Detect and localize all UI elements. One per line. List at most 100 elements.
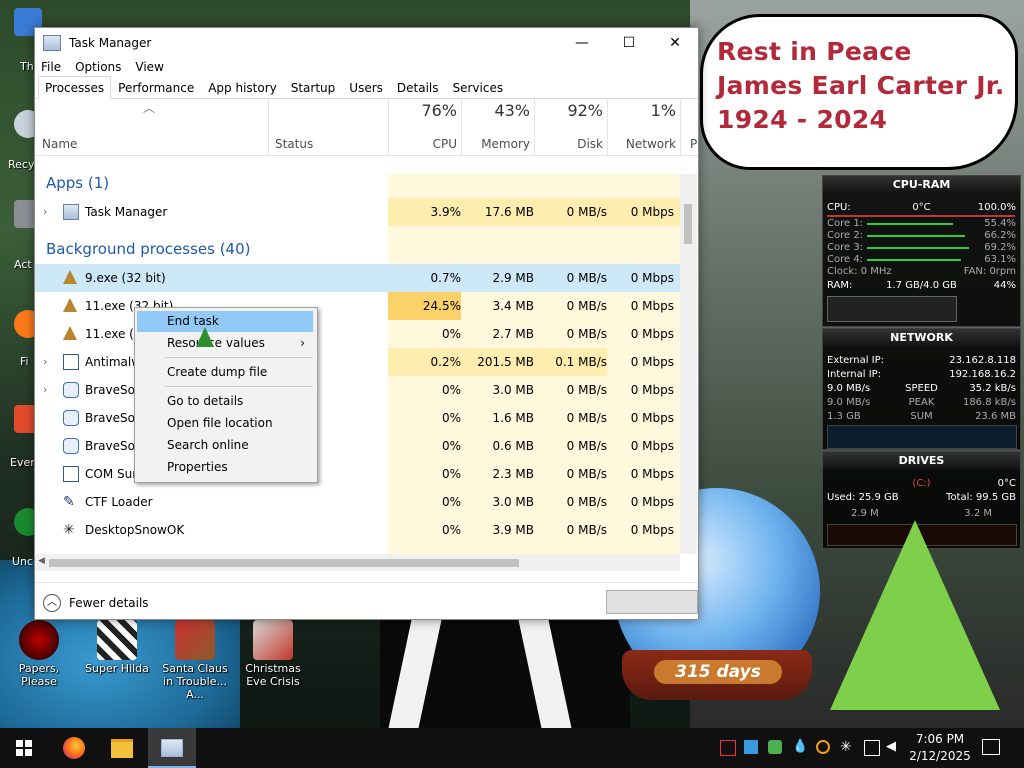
menu-view[interactable]: View	[135, 60, 163, 74]
menu-item-search-online[interactable]: Search online	[137, 435, 313, 456]
menu-item-properties[interactable]: Properties	[137, 457, 313, 478]
process-cpu: 0.7%	[430, 271, 462, 285]
exe-process-icon	[63, 270, 77, 284]
cpu-ram-gadget[interactable]: CPU-RAM CPU: 0°C 100.0% Core 1: 55.4% Core …	[822, 175, 1021, 327]
desktop-icon-label: Fi	[20, 355, 29, 368]
network-total[interactable]: 1%	[651, 101, 676, 120]
taskbar-firefox[interactable]	[50, 728, 98, 768]
bravesoft-process-icon	[63, 410, 79, 426]
droplet-icon[interactable]: 💧	[792, 740, 808, 754]
tab-performance[interactable]: Performance	[111, 77, 201, 98]
taskbar: 💧 ✳ ◀ 7:06 PM 2/12/2025	[0, 728, 1024, 768]
task-manager-app-icon	[43, 35, 61, 51]
desktop-icon-label: Th	[20, 60, 34, 73]
table-row[interactable]: BraveSof 0% 1.6 MB 0 MB/s 0 Mbps	[35, 404, 680, 432]
desktop-icon-label: Act	[14, 258, 32, 271]
tab-services[interactable]: Services	[446, 77, 511, 98]
process-memory: 3.0 MB	[492, 495, 534, 509]
tab-users[interactable]: Users	[342, 77, 390, 98]
snowflake-tray-icon[interactable]: ✳	[840, 740, 854, 754]
tab-startup[interactable]: Startup	[284, 77, 343, 98]
christmas-eve-icon	[253, 620, 293, 660]
table-row[interactable]: BraveSof 0% 0.6 MB 0 MB/s 0 Mbps	[35, 432, 680, 460]
external-ip-value: 23.162.8.118	[949, 355, 1016, 366]
end-task-button[interactable]	[606, 590, 698, 614]
table-row[interactable]: COM Sur 0% 2.3 MB 0 MB/s 0 Mbps	[35, 460, 680, 488]
column-power-partial[interactable]: P	[690, 137, 697, 151]
process-memory: 3.4 MB	[492, 299, 534, 313]
horizontal-scrollbar[interactable]: ◀	[35, 554, 680, 571]
taskbar-task-manager[interactable]	[148, 728, 196, 768]
desktop-shortcut-papers-please[interactable]: Papers, Please	[2, 620, 76, 688]
scroll-left-icon[interactable]: ◀	[38, 556, 45, 566]
desktop-shortcut-super-hilda[interactable]: Super Hilda	[80, 620, 154, 675]
column-cpu[interactable]: CPU	[433, 137, 457, 151]
search-tray-icon[interactable]	[816, 740, 830, 754]
fewer-details-button[interactable]: ︿ Fewer details	[43, 594, 149, 612]
maximize-button[interactable]: ☐	[606, 28, 652, 58]
taskbar-file-explorer[interactable]	[98, 728, 146, 768]
table-row[interactable]: 11.exe (32 0% 2.7 MB 0 MB/s 0 Mbps	[35, 320, 680, 348]
menu-item-resource-values[interactable]: Resource values ›	[137, 333, 313, 354]
menu-item-create-dump-file[interactable]: Create dump file	[137, 362, 313, 383]
process-disk: 0 MB/s	[566, 467, 607, 481]
column-name[interactable]: Name	[42, 137, 77, 151]
desktop-shortcut-santa-claus[interactable]: Santa Claus in Trouble... A...	[158, 620, 232, 701]
network-gadget[interactable]: NETWORK External IP: 23.162.8.118 Interna…	[822, 328, 1021, 450]
disk-total[interactable]: 92%	[567, 101, 603, 120]
chevron-right-icon[interactable]: ›	[43, 355, 47, 368]
table-row[interactable]: › Task Manager 3.9% 17.6 MB 0 MB/s 0 Mbp…	[35, 198, 680, 226]
table-row[interactable]: ✎ CTF Loader 0% 3.0 MB 0 MB/s 0 Mbps	[35, 488, 680, 516]
column-memory[interactable]: Memory	[481, 137, 530, 151]
tab-processes[interactable]: Processes	[38, 76, 112, 99]
column-header: ︿ Name Status 76% CPU 43% Memory 92% Dis…	[35, 99, 698, 156]
drive-used: Used: 25.9 GB	[827, 492, 899, 503]
start-button[interactable]	[0, 728, 48, 768]
scrollbar-thumb[interactable]	[49, 559, 519, 567]
table-row-selected[interactable]: 9.exe (32 bit) 0.7% 2.9 MB 0 MB/s 0 Mbps	[35, 264, 680, 292]
network-tray-icon[interactable]	[864, 740, 880, 756]
table-row[interactable]: 11.exe (32 bit) 24.5% 3.4 MB 0 MB/s 0 Mb…	[35, 292, 680, 320]
internal-ip-label: Internal IP:	[827, 369, 882, 380]
table-row[interactable]: ✳ DesktopSnowOK 0% 3.9 MB 0 MB/s 0 Mbps	[35, 516, 680, 544]
tray-app-icon[interactable]	[720, 740, 736, 756]
title-bar[interactable]: Task Manager — ☐ ✕	[35, 28, 698, 58]
desktop-shortcut-christmas-eve[interactable]: Christmas Eve Crisis	[236, 620, 310, 688]
tab-details[interactable]: Details	[390, 77, 446, 98]
volume-icon[interactable]: ◀	[886, 740, 900, 754]
menu-item-go-to-details[interactable]: Go to details	[137, 391, 313, 412]
menu-options[interactable]: Options	[75, 60, 121, 74]
core-bar	[867, 247, 969, 249]
process-disk: 0 MB/s	[566, 205, 607, 219]
menu-item-end-task[interactable]: End task	[137, 311, 313, 332]
tray-app-icon[interactable]	[768, 740, 782, 754]
tab-app-history[interactable]: App history	[201, 77, 284, 98]
menu-separator	[165, 386, 313, 387]
menu-item-open-file-location[interactable]: Open file location	[137, 413, 313, 434]
scrollbar-thumb[interactable]	[684, 204, 692, 244]
process-memory: 2.3 MB	[492, 467, 534, 481]
tray-app-icon[interactable]	[744, 740, 758, 754]
table-row[interactable]: › BraveSof 0% 3.0 MB 0 MB/s 0 Mbps	[35, 376, 680, 404]
gadget-title: NETWORK	[823, 329, 1020, 347]
column-disk[interactable]: Disk	[577, 137, 603, 151]
taskbar-clock[interactable]: 7:06 PM 2/12/2025	[905, 731, 975, 765]
cpu-total[interactable]: 76%	[421, 101, 457, 120]
column-network[interactable]: Network	[626, 137, 676, 151]
process-network: 0 Mbps	[630, 271, 674, 285]
process-disk: 0 MB/s	[566, 495, 607, 509]
close-button[interactable]: ✕	[652, 28, 698, 58]
table-row[interactable]: › Antimalw 0.2% 201.5 MB 0.1 MB/s 0 Mbps	[35, 348, 680, 376]
menu-file[interactable]: File	[41, 60, 61, 74]
minimize-button[interactable]: —	[559, 28, 605, 58]
group-background: Background processes (40)	[46, 240, 251, 258]
chevron-right-icon[interactable]: ›	[43, 205, 47, 218]
vertical-scrollbar[interactable]	[680, 174, 697, 554]
papers-please-icon	[19, 620, 59, 660]
column-status[interactable]: Status	[275, 137, 313, 151]
memory-total[interactable]: 43%	[494, 101, 530, 120]
process-cpu: 0%	[441, 327, 461, 341]
notification-center-icon[interactable]	[982, 739, 1000, 755]
core-bar	[867, 223, 953, 225]
chevron-right-icon[interactable]: ›	[43, 383, 47, 396]
